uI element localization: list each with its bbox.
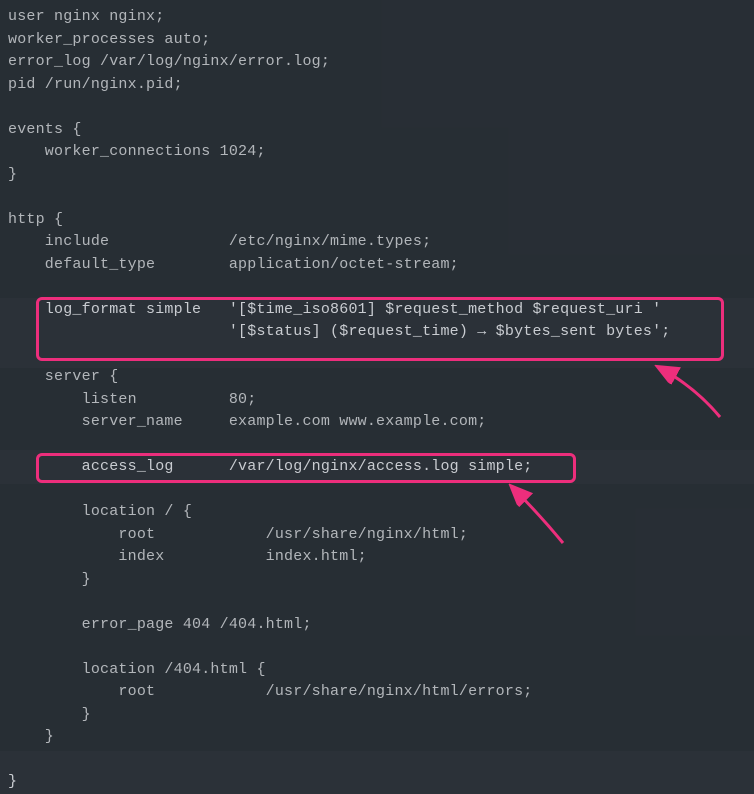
code-line: location /404.html { [8,661,266,678]
code-line: } [8,728,54,745]
code-line: access_log /var/log/nginx/access.log sim… [8,458,532,475]
code-line: root /usr/share/nginx/html; [8,526,468,543]
code-line: '[$status] ($request_time) → $bytes_sent… [8,323,671,340]
code-line: default_type application/octet-stream; [8,256,459,273]
code-line: root /usr/share/nginx/html/errors; [8,683,532,700]
code-line: } [8,773,17,790]
code-line: user nginx nginx; [8,8,164,25]
code-line: include /etc/nginx/mime.types; [8,233,431,250]
code-line: events { [8,121,82,138]
code-line: error_log /var/log/nginx/error.log; [8,53,330,70]
code-line: server_name example.com www.example.com; [8,413,486,430]
code-line: location / { [8,503,192,520]
code-line: error_page 404 /404.html; [8,616,312,633]
nginx-config-code: user nginx nginx; worker_processes auto;… [8,6,754,794]
code-line: } [8,706,91,723]
code-line: pid /run/nginx.pid; [8,76,183,93]
code-line: http { [8,211,63,228]
code-line: worker_connections 1024; [8,143,266,160]
code-line: index index.html; [8,548,367,565]
code-line: worker_processes auto; [8,31,210,48]
code-line: server { [8,368,118,385]
code-line: } [8,166,17,183]
code-line: listen 80; [8,391,256,408]
code-line: } [8,571,91,588]
code-line: log_format simple '[$time_iso8601] $requ… [8,301,661,318]
